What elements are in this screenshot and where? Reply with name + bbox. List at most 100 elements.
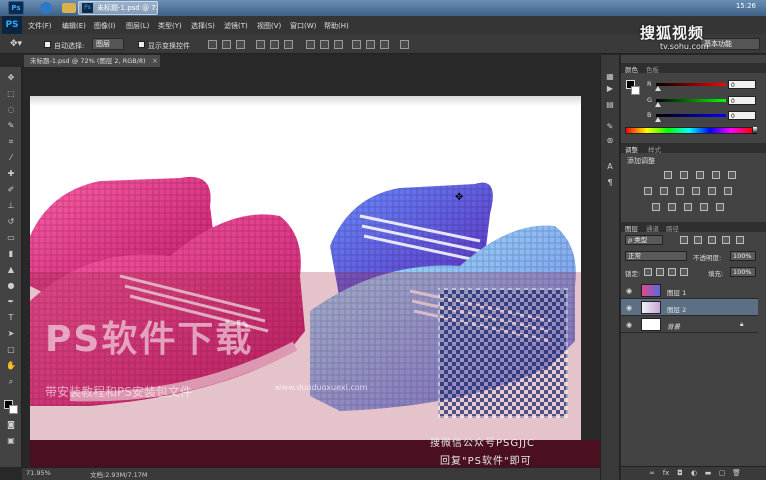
red-value-field[interactable]: 0 [728, 80, 756, 89]
hue-saturation-icon[interactable] [644, 187, 652, 195]
menu-help[interactable]: 帮助(H) [324, 21, 349, 31]
green-slider-thumb[interactable] [655, 102, 661, 107]
close-tab-icon[interactable]: × [152, 55, 158, 67]
filter-smart-icon[interactable] [736, 236, 744, 244]
fill-field[interactable]: 100% [730, 267, 756, 277]
type-tool-button[interactable]: T [5, 313, 17, 323]
distribute-right-icon[interactable] [380, 40, 389, 49]
tab-adjustments[interactable]: 调整 [625, 144, 638, 154]
swatches-panel-icon[interactable]: ▤ [605, 100, 615, 109]
character-panel-icon[interactable]: A [605, 162, 615, 171]
lock-position-icon[interactable] [668, 268, 676, 276]
distribute-top-icon[interactable] [306, 40, 315, 49]
filter-adjustment-icon[interactable] [694, 236, 702, 244]
background-color-swatch[interactable] [9, 405, 18, 414]
visibility-eye-icon[interactable]: ◉ [626, 287, 634, 295]
move-tool-button[interactable]: ✥ [5, 73, 17, 83]
exposure-icon[interactable] [712, 171, 720, 179]
curves-icon[interactable] [696, 171, 704, 179]
filter-pixel-icon[interactable] [680, 236, 688, 244]
paragraph-panel-icon[interactable]: ¶ [605, 178, 615, 187]
red-slider[interactable] [656, 83, 726, 86]
selective-color-icon[interactable] [716, 203, 724, 211]
distribute-bottom-icon[interactable] [334, 40, 343, 49]
history-panel-icon[interactable]: ▦ [605, 72, 615, 81]
history-brush-tool-button[interactable]: ↺ [5, 217, 17, 227]
layer-kind-filter[interactable]: ρ 类型 [625, 235, 663, 245]
brush-panel-icon[interactable]: ✎ [605, 122, 615, 131]
distribute-left-icon[interactable] [352, 40, 361, 49]
color-lookup-icon[interactable] [724, 187, 732, 195]
black-white-icon[interactable] [676, 187, 684, 195]
blue-value-field[interactable]: 0 [728, 111, 756, 120]
distribute-vcenter-icon[interactable] [320, 40, 329, 49]
align-vcenter-icon[interactable] [222, 40, 231, 49]
auto-align-icon[interactable] [400, 40, 409, 49]
auto-select-checkbox[interactable] [44, 41, 51, 48]
screen-mode-icon[interactable]: ▣ [5, 436, 17, 446]
menu-layer[interactable]: 图层(L) [126, 21, 149, 31]
menu-select[interactable]: 选择(S) [191, 21, 215, 31]
tab-paths[interactable]: 路径 [666, 223, 679, 233]
show-transform-checkbox[interactable] [138, 41, 145, 48]
layer-name[interactable]: 背景 [667, 321, 680, 331]
brightness-contrast-icon[interactable] [664, 171, 672, 179]
visibility-eye-icon[interactable]: ◉ [626, 321, 634, 329]
adjustment-layer-icon[interactable]: ◐ [690, 469, 698, 477]
marquee-tool-button[interactable]: ⬚ [5, 89, 17, 99]
lasso-tool-button[interactable]: ◌ [5, 105, 17, 115]
eyedropper-tool-button[interactable]: ⁄ [5, 153, 17, 163]
blue-slider[interactable] [656, 114, 726, 117]
taskbar-active-document[interactable]: Ps 未标题-1.psd @ 72... [78, 1, 158, 15]
taskbar-browser-icon[interactable] [40, 2, 52, 14]
pen-tool-button[interactable]: ✒ [5, 297, 17, 307]
dodge-tool-button[interactable]: ● [5, 281, 17, 291]
menu-window[interactable]: 窗口(W) [290, 21, 316, 31]
distribute-hcenter-icon[interactable] [366, 40, 375, 49]
tab-swatches[interactable]: 色板 [646, 64, 659, 74]
vibrance-icon[interactable] [728, 171, 736, 179]
eraser-tool-button[interactable]: ▭ [5, 233, 17, 243]
stamp-tool-button[interactable]: ⊥ [5, 201, 17, 211]
panel-background-swatch[interactable] [631, 86, 640, 95]
layer-name[interactable]: 图层 2 [667, 304, 686, 314]
menu-type[interactable]: 类型(Y) [158, 21, 182, 31]
lock-all-icon[interactable] [680, 268, 688, 276]
tab-styles[interactable]: 样式 [648, 144, 661, 154]
path-select-tool-button[interactable]: ➤ [5, 329, 17, 339]
layer-name[interactable]: 图层 1 [667, 287, 686, 297]
gradient-tool-button[interactable]: ▮ [5, 249, 17, 259]
crop-tool-button[interactable]: ⌗ [5, 137, 17, 147]
channel-mixer-icon[interactable] [708, 187, 716, 195]
link-layers-icon[interactable]: ∞ [648, 469, 656, 477]
auto-select-dropdown[interactable]: 图层 [92, 38, 124, 50]
blur-tool-button[interactable]: ▲ [5, 265, 17, 275]
taskbar-photoshop-button[interactable]: Ps [8, 1, 24, 15]
healing-tool-button[interactable]: ✚ [5, 169, 17, 179]
new-group-icon[interactable]: ▬ [704, 469, 712, 477]
threshold-icon[interactable] [684, 203, 692, 211]
posterize-icon[interactable] [668, 203, 676, 211]
tab-color[interactable]: 颜色 [625, 64, 638, 74]
green-slider[interactable] [656, 99, 726, 102]
filter-type-icon[interactable] [708, 236, 716, 244]
red-slider-thumb[interactable] [655, 86, 661, 91]
color-spectrum-bar[interactable] [625, 127, 753, 134]
add-mask-icon[interactable]: ◘ [676, 469, 684, 477]
zoom-tool-button[interactable]: ⌕ [5, 377, 17, 387]
quick-select-tool-button[interactable]: ✎ [5, 121, 17, 131]
levels-icon[interactable] [680, 171, 688, 179]
actions-panel-icon[interactable]: ▶ [605, 84, 615, 93]
align-top-icon[interactable] [208, 40, 217, 49]
tab-layers[interactable]: 图层 [625, 223, 638, 233]
hand-tool-button[interactable]: ✋ [5, 361, 17, 371]
align-right-icon[interactable] [284, 40, 293, 49]
blend-mode-dropdown[interactable]: 正常 [625, 251, 687, 261]
lock-transparency-icon[interactable] [644, 268, 652, 276]
zoom-level[interactable]: 71.95% [26, 469, 51, 477]
menu-file[interactable]: 文件(F) [28, 21, 52, 31]
workspace-dropdown[interactable]: 基本功能 [700, 38, 760, 50]
opacity-field[interactable]: 100% [730, 251, 756, 261]
brush-tool-button[interactable]: ✐ [5, 185, 17, 195]
menu-view[interactable]: 视图(V) [257, 21, 281, 31]
